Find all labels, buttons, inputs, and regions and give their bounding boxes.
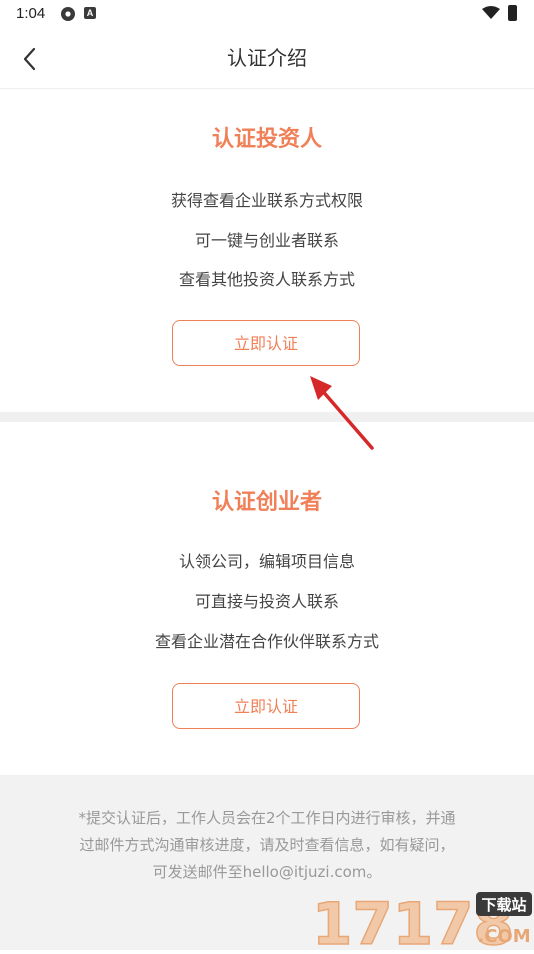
founder-benefit-item: 认领公司，编辑项目信息 [178,552,355,571]
footer-note-text: *提交认证后，工作人员会在2个工作日内进行审核，并通 过邮件方式沟通审核进度，请… [40,805,494,886]
founder-benefit-item: 可直接与投资人联系 [194,592,339,611]
section-divider [0,412,534,422]
chevron-left-icon [23,47,36,71]
footer-note-line: 可发送邮件至hello@itjuzi.com。 [152,863,382,881]
founder-cert-card: 认证创业者 认领公司，编辑项目信息 可直接与投资人联系 查看企业潜在合作伙伴联系… [0,422,534,774]
page-title: 认证介绍 [227,46,307,70]
investor-benefit-item: 获得查看企业联系方式权限 [170,191,363,210]
founder-cert-button[interactable]: 立即认证 [172,683,360,729]
investor-card-title: 认证投资人 [211,127,322,152]
investor-cert-button[interactable]: 立即认证 [172,320,360,366]
wifi-icon [482,6,500,19]
back-button[interactable] [14,42,48,76]
settings-icon [61,7,75,21]
status-bar: 1:04 A [0,0,534,28]
app-notification-icon: A [84,7,96,19]
investor-benefit-item: 查看其他投资人联系方式 [178,270,355,289]
footer-note: *提交认证后，工作人员会在2个工作日内进行审核，并通 过邮件方式沟通审核进度，请… [0,775,534,950]
footer-note-line: 过邮件方式沟通审核进度，请及时查看信息，如有疑问， [79,836,455,854]
founder-benefit-item: 查看企业潜在合作伙伴联系方式 [154,632,379,651]
status-time: 1:04 [16,5,46,22]
investor-cert-card: 认证投资人 获得查看企业联系方式权限 可一键与创业者联系 查看其他投资人联系方式… [0,89,534,412]
nav-bar: 认证介绍 [0,28,534,89]
footer-note-line: *提交认证后，工作人员会在2个工作日内进行审核，并通 [78,809,456,827]
founder-card-title: 认证创业者 [211,490,322,515]
battery-icon [508,5,517,21]
investor-benefit-item: 可一键与创业者联系 [194,231,339,250]
